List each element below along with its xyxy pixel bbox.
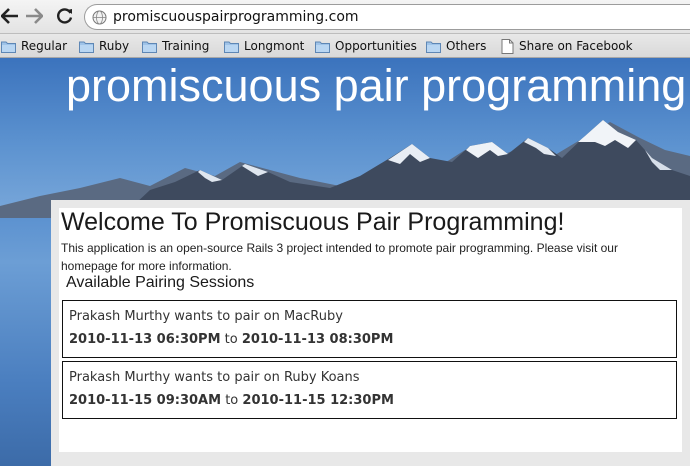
page-icon <box>501 38 514 54</box>
reload-icon <box>57 8 73 24</box>
bookmark-label: Share on Facebook <box>519 39 633 53</box>
content-panel: Welcome To Promiscuous Pair Programming!… <box>51 200 690 466</box>
session-start: 2010-11-13 06:30PM <box>69 332 221 347</box>
session-title: Prakash Murthy wants to pair on MacRuby <box>69 309 343 324</box>
bookmark-longmont[interactable]: Longmont <box>224 38 304 54</box>
url-text: promiscuouspairprogramming.com <box>113 9 359 25</box>
folder-icon <box>142 41 157 53</box>
folder-icon <box>426 41 441 53</box>
folder-icon <box>79 41 94 53</box>
reload-button[interactable] <box>55 6 75 26</box>
forward-arrow-icon <box>26 8 43 24</box>
bookmark-label: Longmont <box>244 39 305 53</box>
session-card[interactable]: Prakash Murthy wants to pair on MacRuby … <box>62 300 677 358</box>
bookmark-share-on-facebook[interactable]: Share on Facebook <box>501 38 633 54</box>
bookmark-ruby[interactable]: Ruby <box>79 38 129 54</box>
session-connector: to <box>224 332 238 347</box>
welcome-heading: Welcome To Promiscuous Pair Programming! <box>61 208 565 236</box>
session-end: 2010-11-15 12:30PM <box>242 393 394 408</box>
bookmark-regular[interactable]: Regular <box>1 38 67 54</box>
bookmarks-bar: Regular Ruby Training Longmont Opportuni… <box>0 34 690 58</box>
session-start: 2010-11-15 09:30AM <box>69 393 222 408</box>
bookmark-label: Regular <box>21 39 68 53</box>
bookmark-label: Others <box>446 39 487 53</box>
page-viewport: promiscuous pair programming Welcome To … <box>0 58 690 466</box>
bookmark-label: Training <box>162 39 210 53</box>
bookmark-others[interactable]: Others <box>426 38 486 54</box>
session-connector: to <box>225 393 239 408</box>
address-bar[interactable]: promiscuouspairprogramming.com <box>84 4 690 30</box>
session-title: Prakash Murthy wants to pair on Ruby Koa… <box>69 370 360 385</box>
session-card[interactable]: Prakash Murthy wants to pair on Ruby Koa… <box>62 361 677 419</box>
session-times: 2010-11-13 06:30PM to 2010-11-13 08:30PM <box>69 332 393 347</box>
bookmark-opportunities[interactable]: Opportunities <box>315 38 417 54</box>
forward-button[interactable] <box>24 6 44 26</box>
back-button[interactable] <box>0 6 20 26</box>
folder-icon <box>1 41 16 53</box>
session-end: 2010-11-13 08:30PM <box>241 332 394 347</box>
site-title: promiscuous pair programming <box>66 60 687 111</box>
globe-icon <box>92 10 107 25</box>
bookmark-label: Opportunities <box>335 39 417 53</box>
intro-text: This application is an open-source Rails… <box>61 241 618 273</box>
content-card: Welcome To Promiscuous Pair Programming!… <box>59 208 682 452</box>
folder-icon <box>224 41 239 53</box>
bookmark-label: Ruby <box>99 39 130 53</box>
browser-toolbar: promiscuouspairprogramming.com <box>0 0 690 34</box>
folder-icon <box>315 41 330 53</box>
session-times: 2010-11-15 09:30AM to 2010-11-15 12:30PM <box>69 393 394 408</box>
bookmark-training[interactable]: Training <box>142 38 209 54</box>
back-arrow-icon <box>1 8 18 24</box>
sessions-heading: Available Pairing Sessions <box>66 274 255 291</box>
